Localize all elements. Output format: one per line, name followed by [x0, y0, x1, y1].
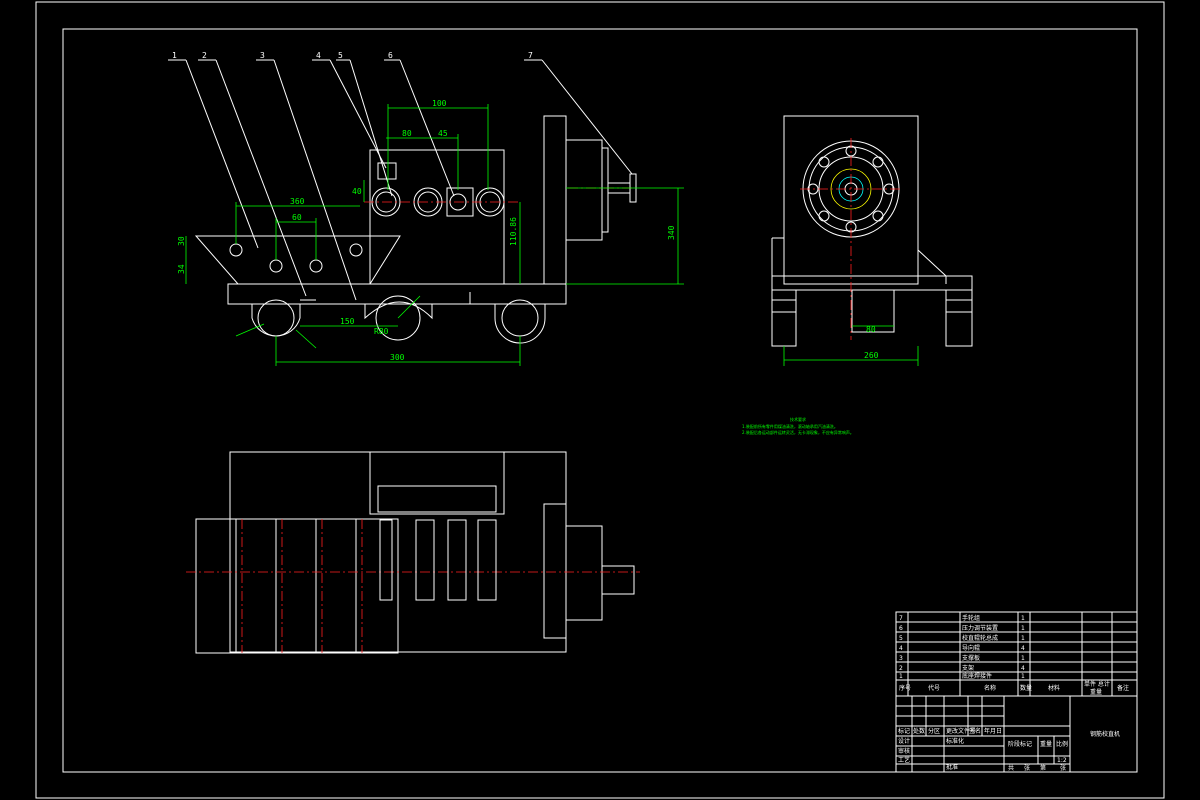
wheel-right	[501, 299, 539, 337]
svg-text:材料: 材料	[1048, 684, 1060, 692]
svg-text:1: 1	[1021, 615, 1025, 622]
svg-text:工艺: 工艺	[898, 756, 910, 764]
dim-360: 360	[290, 197, 305, 206]
svg-text:1:2: 1:2	[1057, 757, 1067, 764]
svg-text:单件 总计: 单件 总计	[1084, 680, 1110, 688]
side-dim-80: 80	[866, 325, 876, 334]
svg-text:比例: 比例	[1056, 740, 1068, 748]
svg-text:年月日: 年月日	[984, 727, 1002, 735]
cad-drawing-sheet: 1 2 3 4 5 6 7 100 80 45 40 360 60 110.86…	[35, 1, 1165, 799]
svg-text:重量: 重量	[1090, 688, 1102, 696]
svg-text:4: 4	[1021, 645, 1025, 652]
adjust-block	[377, 162, 397, 180]
dim-r80: R80	[374, 327, 389, 336]
side-base	[771, 275, 973, 291]
svg-text:标记: 标记	[898, 727, 910, 735]
dim-45: 45	[438, 129, 448, 138]
dim-30: 30	[177, 236, 186, 246]
svg-text:批准: 批准	[946, 763, 958, 771]
dim-34: 34	[177, 264, 186, 274]
dim-150: 150	[340, 317, 355, 326]
dim-100: 100	[432, 99, 447, 108]
svg-text:2.装配后各运动部件运转灵活，无卡滞现象，不应有异常响声。: 2.装配后各运动部件运转灵活，无卡滞现象，不应有异常响声。	[742, 429, 854, 435]
svg-text:第: 第	[1040, 764, 1046, 772]
front-view: 1 2 3 4 5 6 7 100 80 45 40 360 60 110.86…	[168, 51, 684, 366]
svg-text:1: 1	[1021, 635, 1025, 642]
hopper-roller-3	[309, 259, 323, 273]
wheel-left	[257, 299, 295, 337]
dim-60: 60	[292, 213, 302, 222]
svg-text:6: 6	[899, 625, 903, 632]
svg-text:校直辊轮总成: 校直辊轮总成	[962, 634, 998, 642]
svg-text:序号: 序号	[899, 684, 911, 692]
svg-text:1: 1	[1021, 655, 1025, 662]
svg-text:2: 2	[899, 665, 903, 672]
dim-110-86: 110.86	[509, 217, 518, 246]
svg-text:手轮组: 手轮组	[962, 614, 980, 622]
parts-list: 7 手轮组 1 6 压力调节装置 1 5 校直辊轮总成 1 4 导向辊 4 3 …	[895, 611, 1138, 697]
dim-300: 300	[390, 353, 405, 362]
hopper-roller-2	[269, 259, 283, 273]
svg-text:支撑板: 支撑板	[962, 654, 980, 662]
side-dim-260: 260	[864, 351, 879, 360]
svg-text:4: 4	[899, 645, 903, 652]
outer-border	[35, 1, 1165, 799]
hopper-roller-1	[229, 243, 243, 257]
gear-box	[565, 139, 603, 241]
top-view	[186, 451, 640, 654]
dim-340: 340	[667, 225, 676, 240]
svg-text:底座焊接件: 底座焊接件	[962, 672, 992, 680]
svg-text:共: 共	[1008, 764, 1014, 772]
svg-text:处数: 处数	[913, 727, 925, 735]
side-view: 80 260	[771, 115, 973, 366]
svg-text:1: 1	[1021, 673, 1025, 680]
svg-text:3: 3	[899, 655, 903, 662]
svg-text:设计: 设计	[898, 737, 910, 745]
drawing-name: 钢筋校直机	[1090, 730, 1120, 738]
svg-text:审核: 审核	[898, 747, 910, 755]
svg-text:数量: 数量	[1020, 684, 1032, 692]
svg-text:签名: 签名	[969, 727, 981, 735]
balloon-5: 5	[338, 51, 343, 60]
svg-text:阶段标记: 阶段标记	[1008, 740, 1032, 748]
svg-text:7: 7	[899, 615, 903, 622]
svg-text:重量: 重量	[1040, 740, 1052, 748]
balloon-1: 1	[172, 51, 177, 60]
balloon-7: 7	[528, 51, 533, 60]
base-cutout-left	[251, 304, 301, 337]
svg-text:分区: 分区	[928, 727, 940, 735]
svg-text:支架: 支架	[962, 664, 974, 672]
svg-text:4: 4	[1021, 665, 1025, 672]
svg-text:1: 1	[1021, 625, 1025, 632]
hopper-roller-4	[349, 243, 363, 257]
svg-text:备注: 备注	[1117, 684, 1129, 692]
balloon-6: 6	[388, 51, 393, 60]
svg-text:张: 张	[1060, 764, 1066, 772]
svg-text:导向辊: 导向辊	[962, 644, 980, 652]
roller-housing	[369, 149, 505, 285]
dim-40: 40	[352, 187, 362, 196]
svg-text:代号: 代号	[928, 684, 940, 692]
svg-text:张: 张	[1024, 764, 1030, 772]
svg-text:1.装配前所有零件用煤油清洗，滚动轴承用汽油清洗。: 1.装配前所有零件用煤油清洗，滚动轴承用汽油清洗。	[742, 423, 838, 429]
svg-text:1: 1	[899, 673, 903, 680]
svg-text:技术要求: 技术要求	[790, 416, 806, 422]
balloon-3: 3	[260, 51, 265, 60]
title-block: 标记 处数 分区 更改文件号 签名 年月日 设计 标准化 审核 工艺 批准 阶段…	[895, 695, 1138, 773]
balloon-2: 2	[202, 51, 207, 60]
svg-text:标准化: 标准化	[946, 737, 964, 745]
dim-80: 80	[402, 129, 412, 138]
support-plate	[543, 115, 567, 285]
balloon-4: 4	[316, 51, 321, 60]
svg-text:5: 5	[899, 635, 903, 642]
hopper	[194, 235, 401, 285]
technical-notes: 技术要求 1.装配前所有零件用煤油清洗，滚动轴承用汽油清洗。 2.装配后各运动部…	[742, 416, 854, 435]
svg-text:名称: 名称	[984, 684, 996, 692]
svg-text:压力调节装置: 压力调节装置	[962, 624, 998, 632]
